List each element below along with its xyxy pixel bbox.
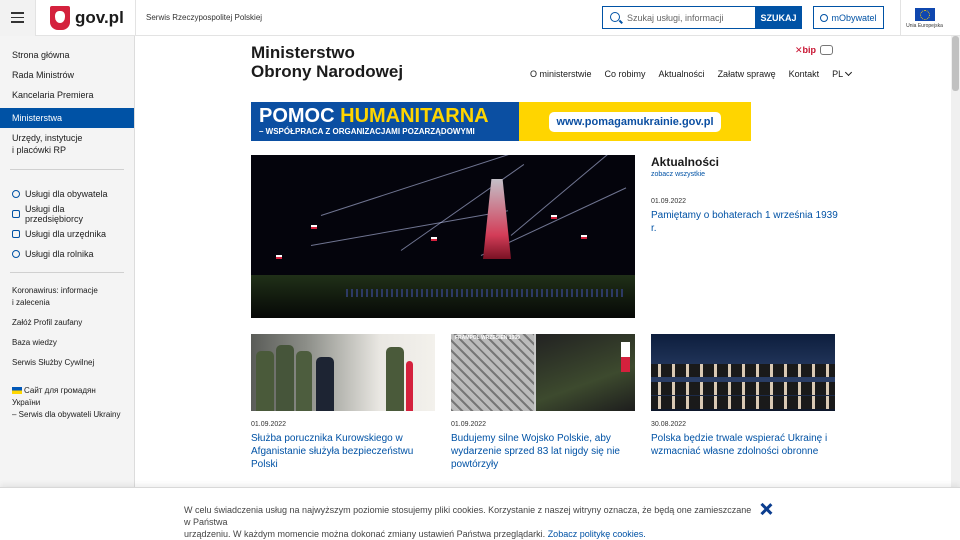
news-card-title[interactable]: Służba porucznika Kurowskiego w Afganist… <box>251 432 435 471</box>
search-placeholder: Szukaj usługi, informacji <box>627 12 724 23</box>
ministry-title[interactable]: Ministerstwo Obrony Narodowej <box>251 43 403 81</box>
mobywatel-button[interactable]: mObywatel <box>813 6 884 29</box>
person-icon <box>12 190 20 198</box>
sidebar-item-ministerstwa[interactable]: Ministerstwa <box>0 108 134 128</box>
nav-o-ministerstwie[interactable]: O ministerstwie <box>530 69 592 79</box>
news-card[interactable]: 30.08.2022 Polska będzie trwale wspierać… <box>651 334 835 458</box>
news-card[interactable]: 01.09.2022 Służba porucznika Kurowskiego… <box>251 334 435 471</box>
sidebar-item-baza-wiedzy[interactable]: Baza wiedzy <box>0 337 134 357</box>
nav-co-robimy[interactable]: Co robimy <box>605 69 646 79</box>
menu-icon[interactable] <box>0 0 36 36</box>
news-card-title[interactable]: Budujemy silne Wojsko Polskie, aby wydar… <box>451 432 635 471</box>
ministry-nav: O ministerstwie Co robimy Aktualności Za… <box>530 68 853 79</box>
gov-pl-logo[interactable]: gov.pl <box>36 0 136 36</box>
banner-subtitle: – WSPÓŁPRACA Z ORGANIZACJAMI POZARZĄDOWY… <box>259 127 475 136</box>
featured-news-image[interactable] <box>251 155 635 318</box>
eu-label: Unia Europejska <box>906 22 943 29</box>
sidebar-item-uslugi-urzednik[interactable]: Usługi dla urzędnika <box>0 224 134 244</box>
search-input[interactable]: Szukaj usługi, informacji <box>602 6 755 29</box>
search-bar: Szukaj usługi, informacji SZUKAJ <box>602 6 802 29</box>
sidebar-item-uslugi-przedsiebiorca[interactable]: Usługi dla przedsiębiorcy <box>0 204 134 224</box>
news-card-title[interactable]: Polska będzie trwale wspierać Ukrainę i … <box>651 432 835 458</box>
sidebar-item-urzedy[interactable]: Urzędy, instytucje i placówki RP <box>0 128 134 162</box>
sidebar-item-uslugi-obywatel[interactable]: Usługi dla obywatela <box>0 184 134 204</box>
search-icon <box>610 12 620 22</box>
sidebar-item-ukraina[interactable]: Сайт для громадян України – Serwis dla o… <box>0 385 134 421</box>
farmer-icon <box>12 250 20 258</box>
mobywatel-label: mObywatel <box>831 12 877 23</box>
news-card-date: 01.09.2022 <box>451 421 487 428</box>
bip-link[interactable]: ✕bip <box>795 45 816 56</box>
logo-text: gov.pl <box>75 7 124 27</box>
sidebar-item-sluzba-cywilna[interactable]: Serwis Służby Cywilnej <box>0 357 134 385</box>
news-card-image[interactable] <box>251 334 435 411</box>
news-card[interactable]: FRAMPOL WRZESIEŃ 1939 01.09.2022 Budujem… <box>451 334 635 471</box>
sidebar-item-strona-glowna[interactable]: Strona główna <box>0 48 134 68</box>
sidebar-item-uslugi-rolnik[interactable]: Usługi dla rolnika <box>0 244 134 264</box>
news-card-date: 30.08.2022 <box>651 421 687 428</box>
nav-kontakt[interactable]: Kontakt <box>789 69 820 79</box>
news-card-date: 01.09.2022 <box>251 421 287 428</box>
page-scrollbar[interactable] <box>951 36 960 487</box>
language-selector[interactable]: PL <box>832 68 853 79</box>
close-icon[interactable] <box>759 502 773 516</box>
search-button[interactable]: SZUKAJ <box>755 6 802 29</box>
nav-aktualnosci[interactable]: Aktualności <box>659 69 705 79</box>
eu-badge: Unia Europejska <box>900 0 948 36</box>
image-caption: FRAMPOL WRZESIEŃ 1939 <box>455 335 520 341</box>
featured-news-title[interactable]: Pamiętamy o bohaterach 1 września 1939 r… <box>651 209 841 235</box>
banner-title: POMOC HUMANITARNA <box>259 105 489 127</box>
service-name: Serwis Rzeczypospolitej Polskiej <box>146 13 263 22</box>
chevron-down-icon <box>845 68 853 77</box>
briefcase-icon <box>12 210 20 218</box>
sidebar-item-profil-zaufany[interactable]: Załóż Profil zaufany <box>0 317 134 337</box>
news-date: 01.09.2022 <box>651 198 687 205</box>
monument <box>483 179 511 259</box>
sidebar-item-koronawirus[interactable]: Koronawirus: informacje i zalecenia <box>0 285 134 317</box>
sign-language-icon[interactable] <box>820 45 833 55</box>
cookie-policy-link[interactable]: Zobacz politykę cookies. <box>548 529 646 539</box>
cookie-text: W celu świadczenia usług na najwyższym p… <box>184 505 752 539</box>
cookie-banner: W celu świadczenia usług na najwyższym p… <box>0 487 960 540</box>
sidebar-item-kancelaria[interactable]: Kancelaria Premiera <box>0 88 134 108</box>
news-section: Aktualności zobacz wszystkie 01.09.2022 … <box>651 155 841 235</box>
news-card-image[interactable]: FRAMPOL WRZESIEŃ 1939 <box>451 334 635 411</box>
laptop-icon <box>12 230 20 238</box>
humanitarian-aid-banner[interactable]: POMOC HUMANITARNA – WSPÓŁPRACA Z ORGANIZ… <box>251 102 751 141</box>
sidebar: Strona główna Rada Ministrów Kancelaria … <box>0 36 135 540</box>
nav-zalatw-sprawe[interactable]: Załatw sprawę <box>718 69 776 79</box>
scrollbar-thumb[interactable] <box>952 36 959 91</box>
user-icon <box>820 13 829 22</box>
sidebar-item-rada-ministrow[interactable]: Rada Ministrów <box>0 68 134 88</box>
see-all-link[interactable]: zobacz wszystkie <box>651 171 841 178</box>
news-card-image[interactable] <box>651 334 835 411</box>
eagle-icon <box>50 5 70 30</box>
eu-flag-icon <box>914 7 935 21</box>
banner-url: www.pomagamukrainie.gov.pl <box>549 111 721 132</box>
news-heading: Aktualności <box>651 155 720 169</box>
ukraine-flag-icon <box>12 387 22 395</box>
